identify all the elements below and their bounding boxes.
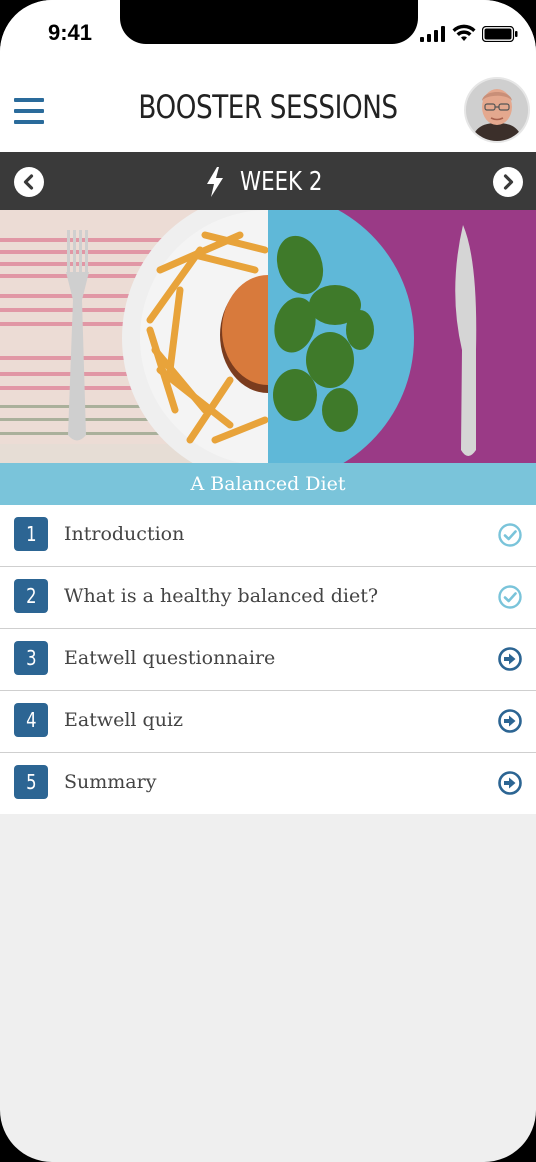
session-number-badge: 4 (14, 703, 48, 737)
page-title: BOOSTER SESSIONS (138, 88, 398, 126)
arrow-right-circle-icon[interactable] (497, 708, 523, 734)
session-row[interactable]: 3 Eatwell questionnaire (0, 629, 536, 691)
topic-title-bar: A Balanced Diet (0, 463, 536, 505)
arrow-right-circle-icon[interactable] (497, 770, 523, 796)
chevron-right-icon (503, 174, 514, 190)
arrow-right-circle-icon[interactable] (497, 646, 523, 672)
session-number-badge: 5 (14, 765, 48, 799)
notch (120, 0, 418, 44)
session-label: Summary (64, 771, 157, 793)
battery-icon (482, 26, 518, 42)
session-number-badge: 3 (14, 641, 48, 675)
session-number-badge: 2 (14, 579, 48, 613)
session-row[interactable]: 1 Introduction (0, 505, 536, 567)
session-label: What is a healthy balanced diet? (64, 585, 379, 607)
session-label: Eatwell questionnaire (64, 647, 276, 669)
app-screen: 9:41 BOOSTER SESSIONS WEEK 2 A Balanced … (0, 0, 536, 1162)
cellular-signal-icon (420, 26, 445, 42)
session-list: 1 Introduction 2 What is a healthy balan… (0, 505, 536, 814)
session-row[interactable]: 5 Summary (0, 753, 536, 814)
session-number-badge: 1 (14, 517, 48, 551)
session-label: Introduction (64, 523, 185, 545)
check-circle-icon (498, 585, 522, 609)
user-avatar[interactable] (466, 79, 528, 141)
menu-icon[interactable] (14, 98, 44, 124)
check-circle-icon (498, 523, 522, 547)
device-frame: 9:41 BOOSTER SESSIONS WEEK 2 A Balanced … (0, 0, 536, 1162)
lightning-bolt-icon (206, 166, 223, 197)
session-label: Eatwell quiz (64, 709, 184, 731)
status-time: 9:41 (48, 20, 93, 45)
week-indicator: WEEK 2 (0, 166, 536, 197)
week-label: WEEK 2 (239, 166, 323, 197)
session-row[interactable]: 2 What is a healthy balanced diet? (0, 567, 536, 629)
session-row[interactable]: 4 Eatwell quiz (0, 691, 536, 753)
topic-hero-image (0, 210, 536, 464)
next-week-button[interactable] (493, 167, 523, 197)
wifi-icon (452, 24, 476, 41)
